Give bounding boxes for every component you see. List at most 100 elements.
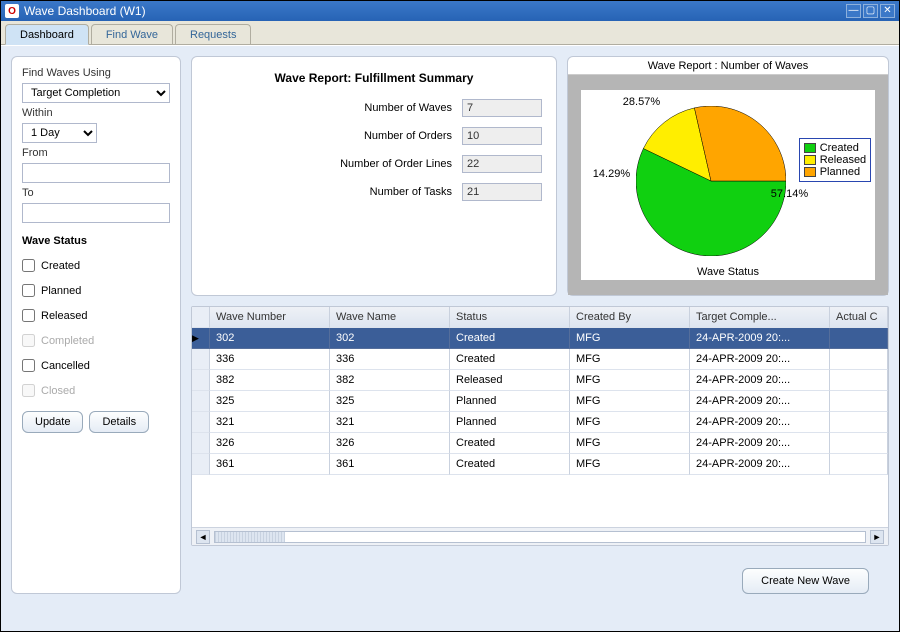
- within-select[interactable]: 1 Day: [22, 123, 97, 143]
- cell-status: Created: [450, 454, 570, 475]
- pie-label-planned: 28.57%: [623, 96, 660, 108]
- table-row[interactable]: ▶302302CreatedMFG24-APR-2009 20:...: [192, 328, 888, 349]
- row-handle[interactable]: [192, 370, 210, 391]
- row-handle[interactable]: [192, 454, 210, 475]
- value-num-waves: [462, 99, 542, 117]
- col-actual[interactable]: Actual C: [830, 307, 888, 328]
- minimize-button[interactable]: —: [846, 4, 861, 18]
- cell-status: Released: [450, 370, 570, 391]
- create-new-wave-button[interactable]: Create New Wave: [742, 568, 869, 594]
- titlebar: O Wave Dashboard (W1) — ▢ ✕: [1, 1, 899, 21]
- close-button[interactable]: ✕: [880, 4, 895, 18]
- from-input[interactable]: [22, 163, 170, 183]
- chart-legend: Created Released Planned: [799, 138, 871, 182]
- table-row[interactable]: 325325PlannedMFG24-APR-2009 20:...: [192, 391, 888, 412]
- label-num-orders: Number of Orders: [206, 130, 462, 142]
- cell-wave-number: 361: [210, 454, 330, 475]
- status-planned-label: Planned: [41, 285, 81, 297]
- table-row[interactable]: 336336CreatedMFG24-APR-2009 20:...: [192, 349, 888, 370]
- label-num-lines: Number of Order Lines: [206, 158, 462, 170]
- filter-sidebar: Find Waves Using Target Completion Withi…: [11, 56, 181, 594]
- cell-target-completion: 24-APR-2009 20:...: [690, 328, 830, 349]
- col-target-completion[interactable]: Target Comple...: [690, 307, 830, 328]
- col-wave-name[interactable]: Wave Name: [330, 307, 450, 328]
- within-label: Within: [22, 107, 170, 119]
- tab-strip: Dashboard Find Wave Requests: [1, 21, 899, 45]
- cell-wave-name: 325: [330, 391, 450, 412]
- update-button[interactable]: Update: [22, 411, 83, 433]
- cell-status: Planned: [450, 412, 570, 433]
- from-label: From: [22, 147, 170, 159]
- cell-wave-number: 321: [210, 412, 330, 433]
- status-planned-checkbox[interactable]: [22, 284, 35, 297]
- table-row[interactable]: 361361CreatedMFG24-APR-2009 20:...: [192, 454, 888, 475]
- details-button[interactable]: Details: [89, 411, 149, 433]
- cell-wave-number: 302: [210, 328, 330, 349]
- cell-created-by: MFG: [570, 412, 690, 433]
- status-created-checkbox[interactable]: [22, 259, 35, 272]
- to-input[interactable]: [22, 203, 170, 223]
- table-row[interactable]: 382382ReleasedMFG24-APR-2009 20:...: [192, 370, 888, 391]
- cell-created-by: MFG: [570, 433, 690, 454]
- row-handle[interactable]: [192, 391, 210, 412]
- cell-actual: [830, 433, 888, 454]
- status-cancelled-checkbox[interactable]: [22, 359, 35, 372]
- cell-wave-name: 302: [330, 328, 450, 349]
- status-created-label: Created: [41, 260, 80, 272]
- cell-target-completion: 24-APR-2009 20:...: [690, 433, 830, 454]
- cell-wave-number: 326: [210, 433, 330, 454]
- cell-wave-name: 382: [330, 370, 450, 391]
- col-wave-number[interactable]: Wave Number: [210, 307, 330, 328]
- cell-target-completion: 24-APR-2009 20:...: [690, 412, 830, 433]
- cell-actual: [830, 412, 888, 433]
- label-num-waves: Number of Waves: [206, 102, 462, 114]
- cell-wave-number: 382: [210, 370, 330, 391]
- row-handle[interactable]: [192, 433, 210, 454]
- to-label: To: [22, 187, 170, 199]
- find-waves-using-label: Find Waves Using: [22, 67, 170, 79]
- scroll-right-icon[interactable]: ►: [870, 530, 884, 544]
- status-released-label: Released: [41, 310, 87, 322]
- table-row[interactable]: 326326CreatedMFG24-APR-2009 20:...: [192, 433, 888, 454]
- row-handle[interactable]: ▶: [192, 328, 210, 349]
- cell-created-by: MFG: [570, 391, 690, 412]
- chart-title: Wave Report : Number of Waves: [568, 57, 888, 75]
- table-header: Wave Number Wave Name Status Created By …: [192, 307, 888, 328]
- cell-target-completion: 24-APR-2009 20:...: [690, 454, 830, 475]
- tab-find-wave[interactable]: Find Wave: [91, 24, 173, 44]
- find-waves-using-select[interactable]: Target Completion: [22, 83, 170, 103]
- wave-status-heading: Wave Status: [22, 235, 170, 247]
- app-icon: O: [5, 4, 19, 18]
- status-completed-label: Completed: [41, 335, 94, 347]
- scroll-left-icon[interactable]: ◄: [196, 530, 210, 544]
- cell-wave-name: 321: [330, 412, 450, 433]
- cell-actual: [830, 349, 888, 370]
- pie-label-released: 14.29%: [593, 168, 630, 180]
- status-released-checkbox[interactable]: [22, 309, 35, 322]
- tab-dashboard[interactable]: Dashboard: [5, 24, 89, 45]
- tab-requests[interactable]: Requests: [175, 24, 251, 44]
- status-completed-checkbox: [22, 334, 35, 347]
- horizontal-scrollbar[interactable]: ◄ ►: [192, 527, 888, 545]
- col-created-by[interactable]: Created By: [570, 307, 690, 328]
- window-title: Wave Dashboard (W1): [24, 4, 146, 18]
- cell-wave-name: 336: [330, 349, 450, 370]
- maximize-button[interactable]: ▢: [863, 4, 878, 18]
- summary-title: Wave Report: Fulfillment Summary: [206, 71, 542, 85]
- summary-panel: Wave Report: Fulfillment Summary Number …: [191, 56, 557, 296]
- row-handle[interactable]: [192, 412, 210, 433]
- cell-wave-number: 325: [210, 391, 330, 412]
- cell-created-by: MFG: [570, 349, 690, 370]
- cell-status: Planned: [450, 391, 570, 412]
- table-row[interactable]: 321321PlannedMFG24-APR-2009 20:...: [192, 412, 888, 433]
- cell-created-by: MFG: [570, 328, 690, 349]
- status-cancelled-label: Cancelled: [41, 360, 90, 372]
- cell-actual: [830, 391, 888, 412]
- cell-status: Created: [450, 433, 570, 454]
- value-num-lines: [462, 155, 542, 173]
- wave-table: Wave Number Wave Name Status Created By …: [191, 306, 889, 546]
- col-status[interactable]: Status: [450, 307, 570, 328]
- row-handle[interactable]: [192, 349, 210, 370]
- label-num-tasks: Number of Tasks: [206, 186, 462, 198]
- row-handle-header: [192, 307, 210, 328]
